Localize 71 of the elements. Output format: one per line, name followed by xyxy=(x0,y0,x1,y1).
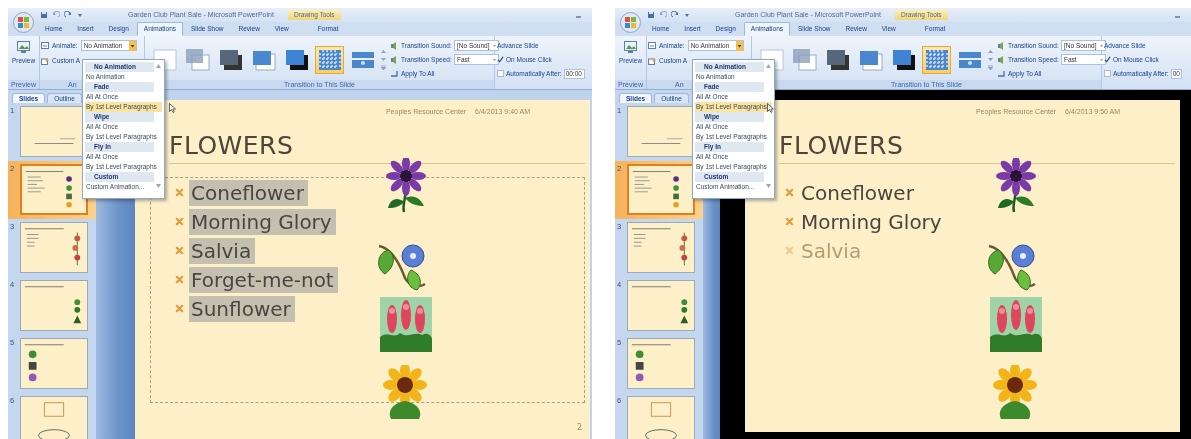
bullet-text: Coneflower xyxy=(189,179,308,206)
bullet-icon xyxy=(175,188,184,198)
undo-icon[interactable] xyxy=(52,11,60,19)
slide-thumbnail[interactable] xyxy=(627,164,695,215)
custom-animation-icon xyxy=(41,56,50,65)
caret-icon[interactable] xyxy=(76,11,84,19)
checkbox[interactable] xyxy=(1104,56,1111,63)
scroll-down-icon[interactable] xyxy=(988,57,993,62)
bullet-icon xyxy=(175,304,184,314)
bullet-text: Morning Glory xyxy=(189,208,336,235)
bullet-text: Sunflower xyxy=(189,295,295,322)
scroll-down-icon[interactable] xyxy=(766,184,771,188)
slide-title: FLOWERS xyxy=(779,131,904,161)
more-icon[interactable] xyxy=(988,65,993,70)
slide-thumbnail[interactable] xyxy=(627,280,695,331)
slide-thumbnail[interactable] xyxy=(20,280,88,331)
custom-animation-icon xyxy=(648,56,657,65)
transition-thumbnail[interactable] xyxy=(922,45,951,74)
bullet-text: Forget-me-not xyxy=(189,266,338,293)
bullet-icon xyxy=(785,246,794,256)
save-icon[interactable] xyxy=(647,11,655,19)
scroll-up-icon[interactable] xyxy=(766,64,771,68)
page-number: 2 xyxy=(576,423,582,433)
bullet-icon xyxy=(785,188,794,198)
slide-thumbnail[interactable] xyxy=(20,164,88,215)
scroll-down-icon[interactable] xyxy=(156,184,161,188)
slide-thumbnail[interactable] xyxy=(20,396,88,439)
transition-thumbnail[interactable] xyxy=(315,45,344,74)
slide-thumbnail[interactable] xyxy=(627,106,695,157)
scroll-up-icon[interactable] xyxy=(381,49,386,54)
scroll-up-icon[interactable] xyxy=(988,49,993,54)
slide-thumbnail[interactable] xyxy=(627,338,695,389)
sound-icon xyxy=(390,41,398,50)
bullet-text: Salvia xyxy=(189,237,256,264)
checkbox[interactable] xyxy=(497,56,504,63)
apply-icon xyxy=(997,70,1005,77)
more-icon[interactable] xyxy=(381,65,386,70)
caret-icon xyxy=(735,40,743,51)
bullet-text: Salvia xyxy=(800,237,863,264)
scroll-down-icon[interactable] xyxy=(381,57,386,62)
animate-icon xyxy=(41,42,49,49)
slide-title: FLOWERS xyxy=(169,131,294,161)
bullet-text: Coneflower xyxy=(800,179,915,206)
slide-thumbnail[interactable] xyxy=(20,222,88,273)
animate-icon xyxy=(648,42,656,49)
speed-icon xyxy=(390,55,398,64)
caret-icon xyxy=(128,40,136,51)
bullet-icon xyxy=(175,246,184,256)
undo-icon[interactable] xyxy=(659,11,667,19)
slide-thumbnail[interactable] xyxy=(20,338,88,389)
slide-thumbnail[interactable] xyxy=(627,222,695,273)
speed-icon xyxy=(997,55,1005,64)
checkbox[interactable] xyxy=(497,70,504,77)
bullet-icon xyxy=(175,217,184,227)
redo-icon[interactable] xyxy=(671,11,679,19)
bullet-icon xyxy=(175,275,184,285)
preview-icon xyxy=(17,41,31,53)
flower-drawing xyxy=(380,297,432,352)
flower-drawing xyxy=(990,297,1042,352)
redo-icon[interactable] xyxy=(64,11,72,19)
slide-thumbnail[interactable] xyxy=(627,396,695,439)
sound-icon xyxy=(997,41,1005,50)
scroll-up-icon[interactable] xyxy=(156,64,161,68)
bullet-icon xyxy=(785,217,794,227)
preview-icon xyxy=(624,41,638,53)
checkbox[interactable] xyxy=(1104,70,1111,77)
save-icon[interactable] xyxy=(40,11,48,19)
caret-icon[interactable] xyxy=(683,11,691,19)
bullet-text: Morning Glory xyxy=(800,208,943,235)
apply-icon xyxy=(390,70,398,77)
cursor-icon xyxy=(169,103,176,113)
